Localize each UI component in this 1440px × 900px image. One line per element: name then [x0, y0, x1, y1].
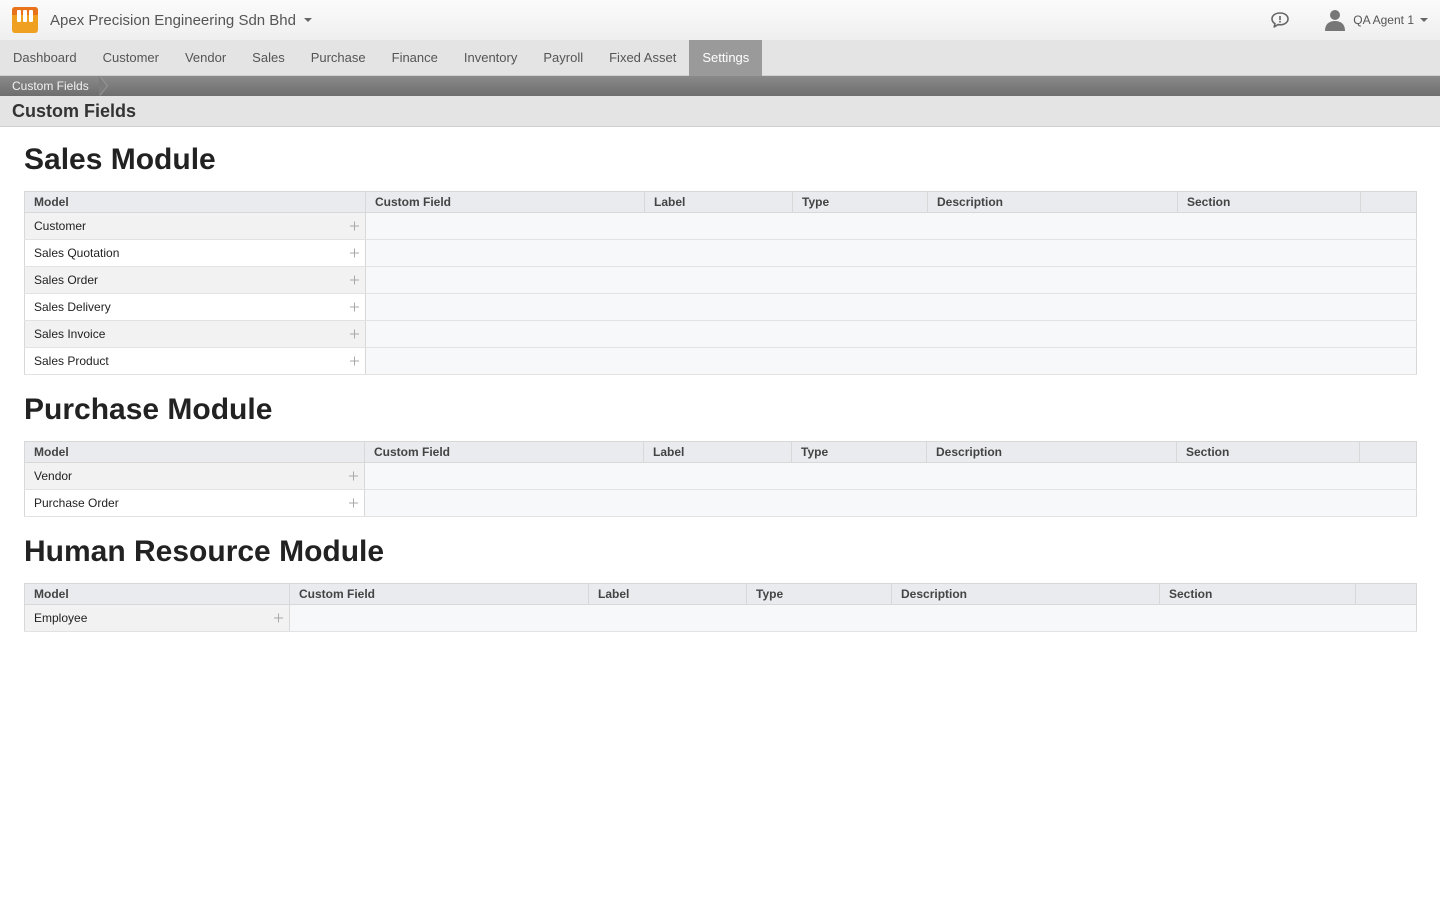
- column-header-custom-field: Custom Field: [289, 583, 589, 605]
- custom-fields-cell: [289, 604, 1417, 632]
- model-cell: Purchase Order: [24, 489, 365, 517]
- user-name: QA Agent 1: [1353, 13, 1414, 27]
- add-custom-field-plus-icon[interactable]: [350, 275, 359, 285]
- add-custom-field-plus-icon[interactable]: [350, 248, 359, 258]
- user-icon: [1325, 10, 1346, 31]
- model-name: Sales Invoice: [34, 327, 106, 341]
- model-cell: Sales Order: [24, 266, 366, 294]
- add-custom-field-plus-icon[interactable]: [349, 471, 358, 481]
- model-cell: Vendor: [24, 462, 365, 490]
- column-header-section: Section: [1177, 191, 1361, 213]
- user-chevron-down-icon: [1420, 18, 1428, 22]
- purchase-module-title: Purchase Module: [24, 393, 273, 426]
- table-row: Sales Quotation: [24, 239, 1417, 267]
- model-cell: Employee: [24, 604, 290, 632]
- sales-module-title: Sales Module: [24, 143, 216, 176]
- human-resource-module-table: Model Custom Field Label Type Description Sec…: [24, 583, 1417, 632]
- column-header-actions: [1360, 191, 1417, 213]
- model-name: Customer: [34, 219, 87, 233]
- custom-fields-cell: [365, 212, 1417, 240]
- column-header-custom-field: Custom Field: [365, 191, 645, 213]
- column-header-description: Description: [926, 441, 1177, 463]
- human-resource-module-title: Human Resource Module: [24, 535, 385, 568]
- column-header-description: Description: [927, 191, 1178, 213]
- company-name: Apex Precision Engineering Sdn Bhd: [50, 11, 296, 29]
- top-bar: Apex Precision Engineering Sdn Bhd QA Ag…: [0, 0, 1440, 40]
- page-title: Custom Fields: [12, 100, 137, 121]
- nav-item-fixed-asset[interactable]: Fixed Asset: [596, 40, 689, 76]
- company-logo-icon: [12, 7, 38, 33]
- chat-icon[interactable]: [1269, 9, 1291, 31]
- breadcrumb-custom-fields[interactable]: Custom Fields: [0, 76, 108, 96]
- model-cell: Sales Delivery: [24, 293, 366, 321]
- column-header-model: Model: [24, 441, 365, 463]
- table-row: Purchase Order: [24, 489, 1417, 517]
- model-name: Purchase Order: [34, 496, 119, 510]
- user-menu[interactable]: QA Agent 1: [1325, 9, 1428, 31]
- model-name: Sales Order: [34, 273, 99, 287]
- model-cell: Sales Invoice: [24, 320, 366, 348]
- custom-fields-cell: [364, 462, 1417, 490]
- content: Sales Module Model Custom Field Label Type De…: [0, 127, 1440, 632]
- add-custom-field-plus-icon[interactable]: [350, 302, 359, 312]
- nav-item-customer[interactable]: Customer: [90, 40, 172, 76]
- model-name: Sales Delivery: [34, 300, 111, 314]
- custom-fields-cell: [365, 293, 1417, 321]
- column-header-section: Section: [1176, 441, 1360, 463]
- add-custom-field-plus-icon[interactable]: [350, 221, 359, 231]
- model-cell: Sales Product: [24, 347, 366, 375]
- chevron-down-icon: [304, 18, 312, 22]
- model-name: Employee: [34, 611, 88, 625]
- add-custom-field-plus-icon[interactable]: [350, 329, 359, 339]
- column-header-label: Label: [644, 191, 793, 213]
- table-row: Sales Invoice: [24, 320, 1417, 348]
- add-custom-field-plus-icon[interactable]: [349, 498, 358, 508]
- nav-item-dashboard[interactable]: Dashboard: [0, 40, 90, 76]
- custom-fields-cell: [365, 347, 1417, 375]
- column-header-model: Model: [24, 191, 366, 213]
- column-header-type: Type: [746, 583, 892, 605]
- sales-module-table: Model Custom Field Label Type Description Sec…: [24, 191, 1417, 375]
- table-row: Vendor: [24, 462, 1417, 490]
- nav-item-inventory[interactable]: Inventory: [451, 40, 530, 76]
- page-title-bar: Custom Fields: [0, 96, 1440, 127]
- custom-fields-cell: [365, 320, 1417, 348]
- table-row: Sales Product: [24, 347, 1417, 375]
- company-switcher[interactable]: Apex Precision Engineering Sdn Bhd: [0, 0, 312, 40]
- nav-item-vendor[interactable]: Vendor: [172, 40, 239, 76]
- column-header-label: Label: [643, 441, 792, 463]
- model-name: Sales Product: [34, 354, 109, 368]
- add-custom-field-plus-icon[interactable]: [350, 356, 359, 366]
- nav-item-finance[interactable]: Finance: [379, 40, 451, 76]
- custom-fields-cell: [364, 489, 1417, 517]
- nav-item-settings[interactable]: Settings: [689, 40, 763, 76]
- column-header-section: Section: [1159, 583, 1356, 605]
- column-header-actions: [1359, 441, 1417, 463]
- model-cell: Customer: [24, 212, 366, 240]
- column-header-type: Type: [792, 191, 928, 213]
- column-header-description: Description: [891, 583, 1160, 605]
- custom-fields-cell: [365, 266, 1417, 294]
- model-name: Sales Quotation: [34, 246, 120, 260]
- add-custom-field-plus-icon[interactable]: [274, 613, 283, 623]
- nav-item-payroll[interactable]: Payroll: [530, 40, 596, 76]
- nav-item-purchase[interactable]: Purchase: [298, 40, 379, 76]
- column-header-label: Label: [588, 583, 747, 605]
- column-header-custom-field: Custom Field: [364, 441, 644, 463]
- custom-fields-cell: [365, 239, 1417, 267]
- purchase-module-table: Model Custom Field Label Type Description Sec…: [24, 441, 1417, 517]
- column-header-type: Type: [791, 441, 927, 463]
- table-row: Sales Delivery: [24, 293, 1417, 321]
- table-row: Sales Order: [24, 266, 1417, 294]
- breadcrumb: Custom Fields: [0, 76, 1440, 96]
- column-header-model: Model: [24, 583, 290, 605]
- table-row: Employee: [24, 604, 1417, 632]
- table-row: Customer: [24, 212, 1417, 240]
- model-cell: Sales Quotation: [24, 239, 366, 267]
- nav-item-sales[interactable]: Sales: [239, 40, 298, 76]
- column-header-actions: [1355, 583, 1417, 605]
- model-name: Vendor: [34, 469, 73, 483]
- main-nav: Dashboard Customer Vendor Sales Purchase Fina…: [0, 40, 1440, 76]
